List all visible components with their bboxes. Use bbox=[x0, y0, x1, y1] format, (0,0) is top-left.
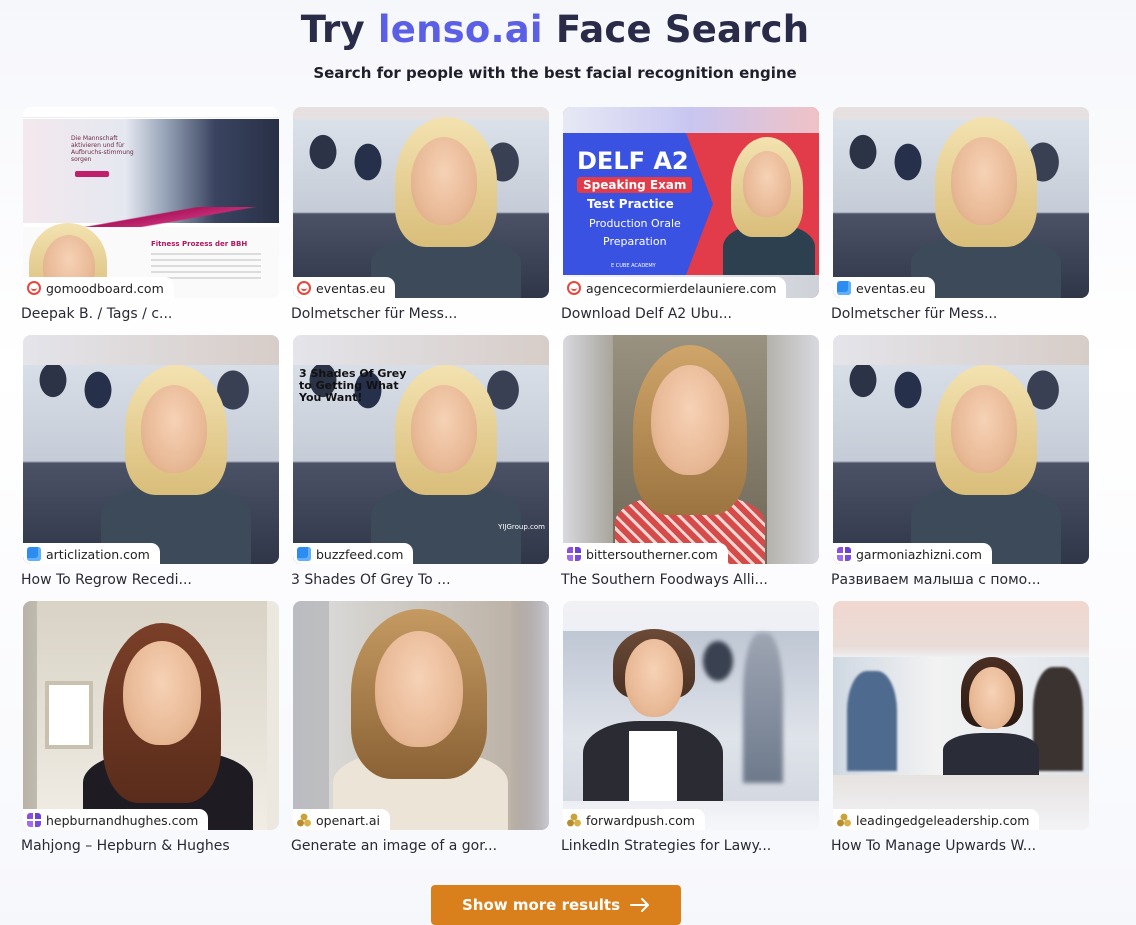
show-more-label: Show more results bbox=[461, 896, 620, 914]
result-thumbnail[interactable]: openart.ai bbox=[293, 601, 549, 830]
result-card[interactable]: eventas.eu Dolmetscher für Mess... bbox=[831, 107, 1089, 322]
result-thumbnail[interactable]: hepburnandhughes.com bbox=[23, 601, 279, 830]
source-chip[interactable]: gomoodboard.com bbox=[23, 277, 174, 298]
blue-square-icon bbox=[297, 547, 311, 561]
result-thumbnail[interactable]: bittersoutherner.com bbox=[563, 335, 819, 564]
result-thumbnail[interactable]: forwardpush.com bbox=[563, 601, 819, 830]
result-thumbnail[interactable]: DELF A2 Speaking Exam Test Practice Prod… bbox=[563, 107, 819, 298]
result-card[interactable]: DELF A2 Speaking Exam Test Practice Prod… bbox=[561, 107, 819, 322]
result-caption[interactable]: 3 Shades Of Grey To ... bbox=[291, 572, 549, 588]
result-thumbnail[interactable]: leadingedgeleadership.com bbox=[833, 601, 1089, 830]
purple-grid-icon bbox=[837, 547, 851, 561]
result-caption[interactable]: LinkedIn Strategies for Lawy... bbox=[561, 838, 819, 854]
result-card[interactable]: hepburnandhughes.com Mahjong – Hepburn &… bbox=[21, 601, 279, 854]
result-card[interactable]: openart.ai Generate an image of a gor... bbox=[291, 601, 549, 854]
blue-square-icon bbox=[837, 281, 851, 295]
source-chip[interactable]: eventas.eu bbox=[833, 277, 936, 298]
result-caption[interactable]: Dolmetscher für Mess... bbox=[831, 306, 1089, 322]
gold-dots-icon bbox=[297, 813, 311, 827]
blue-square-icon bbox=[27, 547, 41, 561]
result-caption[interactable]: Развиваем малыша с помо... bbox=[831, 572, 1089, 588]
result-thumbnail[interactable]: 3 Shades Of Grey to Getting What You Wan… bbox=[293, 335, 549, 564]
source-chip[interactable]: buzzfeed.com bbox=[293, 543, 414, 564]
result-thumbnail[interactable]: eventas.eu bbox=[833, 107, 1089, 298]
result-card[interactable]: bittersoutherner.com The Southern Foodwa… bbox=[561, 335, 819, 588]
red-face-icon bbox=[297, 281, 311, 295]
result-card[interactable]: leadingedgeleadership.com How To Manage … bbox=[831, 601, 1089, 854]
result-thumbnail[interactable]: Die Mannschaft aktivieren und für Aufbru… bbox=[23, 107, 279, 298]
result-card[interactable]: Die Mannschaft aktivieren und für Aufbru… bbox=[21, 107, 279, 322]
source-chip[interactable]: forwardpush.com bbox=[563, 809, 705, 830]
result-card[interactable]: 3 Shades Of Grey to Getting What You Wan… bbox=[291, 335, 549, 588]
source-chip[interactable]: agencecormierdelauniere.com bbox=[563, 277, 787, 298]
result-caption[interactable]: Download Delf A2 Übu... bbox=[561, 306, 819, 322]
purple-grid-icon bbox=[567, 547, 581, 561]
source-chip[interactable]: bittersoutherner.com bbox=[563, 543, 728, 564]
source-chip[interactable]: openart.ai bbox=[293, 809, 391, 830]
result-caption[interactable]: The Southern Foodways Alli... bbox=[561, 572, 819, 588]
gold-dots-icon bbox=[567, 813, 581, 827]
source-chip[interactable]: articlization.com bbox=[23, 543, 160, 564]
red-face-icon bbox=[567, 281, 581, 295]
result-card[interactable]: garmoniazhizni.com Развиваем малыша с по… bbox=[831, 335, 1089, 588]
result-caption[interactable]: How To Manage Upwards W... bbox=[831, 838, 1089, 854]
source-chip[interactable]: eventas.eu bbox=[293, 277, 396, 298]
source-chip[interactable]: garmoniazhizni.com bbox=[833, 543, 992, 564]
result-card[interactable]: articlization.com How To Regrow Recedi..… bbox=[21, 335, 279, 588]
result-thumbnail[interactable]: articlization.com bbox=[23, 335, 279, 564]
page-title: Try lenso.ai Face Search bbox=[300, 8, 810, 51]
result-caption[interactable]: How To Regrow Recedi... bbox=[21, 572, 279, 588]
gold-dots-icon bbox=[837, 813, 851, 827]
arrow-right-icon bbox=[630, 898, 649, 912]
red-face-icon bbox=[27, 281, 41, 295]
result-caption[interactable]: Dolmetscher für Mess... bbox=[291, 306, 549, 322]
page-subtitle: Search for people with the best facial r… bbox=[313, 64, 797, 82]
result-card[interactable]: eventas.eu Dolmetscher für Mess... bbox=[291, 107, 549, 322]
result-caption[interactable]: Mahjong – Hepburn & Hughes bbox=[21, 838, 279, 854]
source-chip[interactable]: hepburnandhughes.com bbox=[23, 809, 209, 830]
result-caption[interactable]: Generate an image of a gor... bbox=[291, 838, 549, 854]
show-more-button[interactable]: Show more results bbox=[431, 885, 681, 925]
result-thumbnail[interactable]: garmoniazhizni.com bbox=[833, 335, 1089, 564]
brand-name: lenso.ai bbox=[377, 8, 543, 51]
source-chip[interactable]: leadingedgeleadership.com bbox=[833, 809, 1040, 830]
result-caption[interactable]: Deepak B. / Tags / c... bbox=[21, 306, 279, 322]
purple-grid-icon bbox=[27, 813, 41, 827]
result-card[interactable]: forwardpush.com LinkedIn Strategies for … bbox=[561, 601, 819, 854]
result-thumbnail[interactable]: eventas.eu bbox=[293, 107, 549, 298]
